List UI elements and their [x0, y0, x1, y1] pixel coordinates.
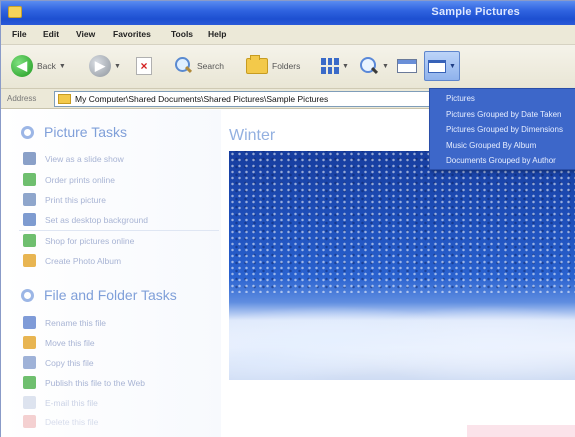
menu-view[interactable]: View	[76, 29, 95, 39]
task-pane: Picture Tasks View as a slide show Order…	[1, 110, 221, 437]
menu-bar: File Edit View Favorites Tools Help	[1, 25, 575, 45]
zoom-button[interactable]: ▼	[359, 53, 389, 79]
delete-icon	[23, 415, 36, 428]
back-label: Back	[37, 61, 56, 71]
address-path: My Computer\Shared Documents\Shared Pict…	[75, 94, 329, 104]
task-label: E-mail this file	[45, 397, 98, 408]
dropdown-item-by-date[interactable]: Pictures Grouped by Date Taken	[430, 107, 575, 123]
move-icon	[23, 336, 36, 349]
task-slideshow[interactable]: View as a slide show	[23, 152, 124, 165]
task-label: Move this file	[45, 337, 95, 348]
status-strip	[467, 425, 575, 437]
dropdown-item-pictures[interactable]: Pictures	[430, 91, 575, 107]
menu-favorites[interactable]: Favorites	[113, 29, 151, 39]
email-icon	[23, 396, 36, 409]
slideshow-icon	[23, 152, 36, 165]
task-email[interactable]: E-mail this file	[23, 396, 98, 409]
task-rename[interactable]: Rename this file	[23, 316, 106, 329]
address-label: Address	[7, 94, 37, 103]
chevron-down-icon: ▼	[114, 62, 121, 70]
chevron-down-icon: ▼	[342, 62, 349, 70]
task-label: Create Photo Album	[45, 255, 122, 266]
rename-icon	[23, 316, 36, 329]
title-bar[interactable]: Sample Pictures	[1, 1, 575, 25]
task-label: Order prints online	[45, 174, 115, 185]
folders-icon	[246, 55, 268, 74]
forward-button[interactable]: ▶ ▼	[89, 53, 121, 79]
search-label: Search	[197, 61, 224, 71]
image-title: Winter	[229, 127, 276, 144]
winter-image-preview[interactable]	[229, 151, 575, 380]
task-label: Publish this file to the Web	[45, 377, 146, 388]
window-panel-icon	[397, 59, 417, 73]
copy-icon	[23, 356, 36, 369]
folders-label: Folders	[272, 61, 301, 71]
toolbar: ◀ Back ▼ ▶ ▼ × Search Folders ▼ ▼ ▼	[1, 45, 575, 89]
explorer-window: Sample Pictures File Edit View Favorites…	[0, 0, 575, 437]
task-label: View as a slide show	[45, 153, 124, 164]
task-photo-album[interactable]: Create Photo Album	[23, 254, 121, 267]
menu-file[interactable]: File	[12, 29, 27, 39]
task-move[interactable]: Move this file	[23, 336, 95, 349]
stop-icon: ×	[136, 57, 152, 75]
task-label: Copy this file	[45, 357, 94, 368]
file-tasks-icon	[21, 288, 34, 302]
view-dropdown-menu: Pictures Pictures Grouped by Date Taken …	[429, 88, 575, 170]
back-button[interactable]: ◀ Back ▼	[11, 53, 66, 79]
task-label: Print this picture	[45, 194, 106, 205]
task-delete[interactable]: Delete this file	[23, 415, 98, 428]
folder-icon	[58, 94, 71, 104]
dropdown-item-music-by-album[interactable]: Music Grouped By Album	[430, 138, 575, 154]
chevron-down-icon: ▼	[382, 62, 389, 70]
menu-help[interactable]: Help	[208, 29, 226, 39]
menu-tools[interactable]: Tools	[171, 29, 193, 39]
address-field[interactable]: My Computer\Shared Documents\Shared Pict…	[54, 91, 434, 107]
folder-icon	[8, 6, 22, 18]
views-button[interactable]: ▼	[321, 53, 349, 79]
magnifier-icon	[359, 56, 379, 76]
divider	[19, 230, 219, 231]
dropdown-item-docs-by-author[interactable]: Documents Grouped by Author	[430, 153, 575, 169]
window-title: Sample Pictures	[431, 6, 520, 18]
picture-tasks-title: Picture Tasks	[44, 124, 127, 140]
chevron-down-icon: ▼	[58, 62, 66, 70]
dropdown-item-by-dimensions[interactable]: Pictures Grouped by Dimensions	[430, 122, 575, 138]
task-desktop-background[interactable]: Set as desktop background	[23, 213, 148, 226]
task-publish[interactable]: Publish this file to the Web	[23, 376, 145, 389]
task-copy[interactable]: Copy this file	[23, 356, 94, 369]
task-print[interactable]: Print this picture	[23, 193, 106, 206]
task-shop-online[interactable]: Shop for pictures online	[23, 234, 134, 247]
picture-tasks-icon	[21, 125, 34, 139]
menu-edit[interactable]: Edit	[43, 29, 59, 39]
panel-button[interactable]	[397, 53, 417, 79]
globe-icon	[23, 173, 36, 186]
task-label: Shop for pictures online	[45, 235, 135, 246]
task-label: Rename this file	[45, 317, 106, 328]
search-icon	[173, 56, 193, 76]
folders-button[interactable]: Folders	[246, 53, 300, 79]
task-label: Delete this file	[45, 416, 99, 427]
file-tasks-heading[interactable]: File and Folder Tasks	[21, 287, 177, 303]
views-grid-icon	[321, 58, 339, 74]
album-icon	[23, 254, 36, 267]
window-icon	[428, 59, 447, 73]
customize-view-button[interactable]: ▼	[424, 51, 460, 81]
desktop-icon	[23, 213, 36, 226]
image-texture	[229, 151, 575, 293]
globe-icon	[23, 234, 36, 247]
task-order-prints[interactable]: Order prints online	[23, 173, 115, 186]
back-arrow-icon: ◀	[11, 55, 33, 77]
file-tasks-title: File and Folder Tasks	[44, 287, 177, 303]
printer-icon	[23, 193, 36, 206]
publish-icon	[23, 376, 36, 389]
task-label: Set as desktop background	[45, 214, 149, 225]
chevron-down-icon: ▼	[449, 62, 456, 70]
picture-tasks-heading[interactable]: Picture Tasks	[21, 124, 127, 140]
forward-arrow-icon: ▶	[89, 55, 111, 77]
search-button[interactable]: Search	[173, 53, 224, 79]
stop-button[interactable]: ×	[136, 53, 152, 79]
